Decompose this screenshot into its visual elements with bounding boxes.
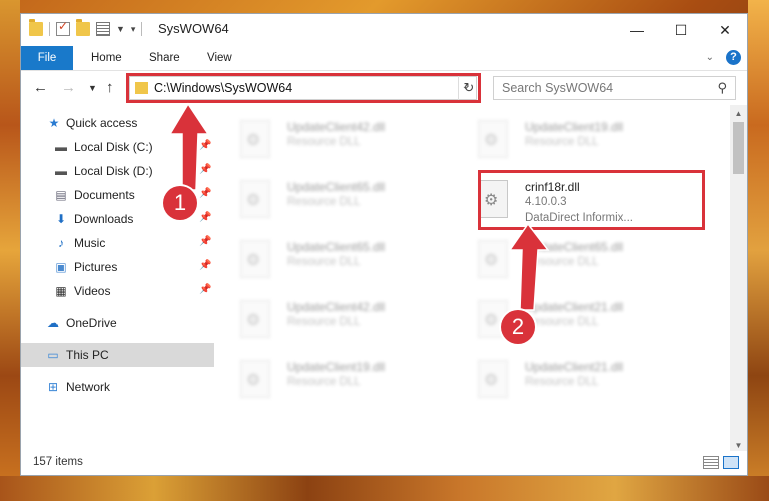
step-2-badge: 2 [501,310,535,344]
arrow-up-icon [168,102,210,191]
arrow-up-icon [508,222,550,311]
step-1-badge: 1 [163,186,197,220]
annotation-arrows [168,102,550,311]
